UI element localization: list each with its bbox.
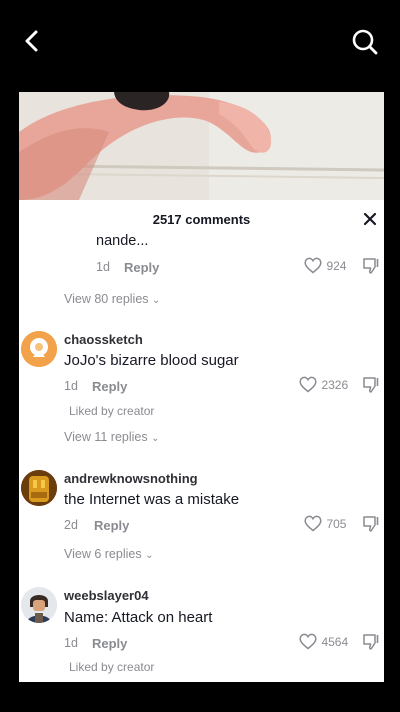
video-frame-image xyxy=(19,92,384,200)
view-replies-button[interactable]: View 11 replies ⌄ xyxy=(64,430,160,444)
comment-username[interactable]: chaossketch xyxy=(64,332,143,347)
comment-text: Name: Attack on heart xyxy=(64,609,213,626)
like-count: 2326 xyxy=(321,378,349,392)
comment-text: the Internet was a mistake xyxy=(64,491,240,508)
heart-icon xyxy=(304,515,322,532)
view-replies-label: View 11 replies xyxy=(64,430,148,444)
dislike-button[interactable] xyxy=(362,633,380,656)
dislike-button[interactable] xyxy=(362,257,380,280)
back-button[interactable] xyxy=(18,26,46,56)
reply-button[interactable]: Reply xyxy=(92,379,127,394)
like-count: 4564 xyxy=(321,635,349,649)
close-icon xyxy=(363,212,377,226)
chevron-left-icon xyxy=(25,30,38,52)
chevron-down-icon: ⌄ xyxy=(151,433,160,444)
heart-icon xyxy=(304,257,322,274)
liked-by-creator-label: Liked by creator xyxy=(69,404,155,418)
thumbs-down-icon xyxy=(363,516,379,532)
avatar[interactable] xyxy=(21,587,57,623)
view-replies-label: View 6 replies xyxy=(64,547,142,561)
comment-age: 1d xyxy=(64,636,78,650)
like-count: 705 xyxy=(326,517,347,531)
comments-count-title: 2517 comments xyxy=(152,212,251,227)
liked-by-creator-label: Liked by creator xyxy=(69,660,155,674)
chevron-down-icon: ⌄ xyxy=(145,550,154,561)
avatar-image xyxy=(21,331,57,367)
heart-icon xyxy=(299,376,317,393)
chevron-down-icon: ⌄ xyxy=(152,295,161,306)
like-button[interactable]: 705 xyxy=(304,515,346,533)
search-icon xyxy=(352,29,378,55)
reply-button[interactable]: Reply xyxy=(94,518,129,533)
like-count: 924 xyxy=(326,259,347,273)
thumbs-down-icon xyxy=(363,258,379,274)
view-replies-button[interactable]: View 6 replies ⌄ xyxy=(64,547,153,561)
close-comments-button[interactable] xyxy=(362,211,378,227)
dislike-button[interactable] xyxy=(362,376,380,399)
top-bar xyxy=(0,0,400,84)
comment-text: JoJo's bizarre blood sugar xyxy=(64,352,239,369)
avatar-image xyxy=(21,587,57,623)
reply-button[interactable]: Reply xyxy=(92,636,127,651)
thumbs-down-icon xyxy=(363,377,379,393)
reply-button[interactable]: Reply xyxy=(124,260,159,275)
comments-panel: 2517 comments nande... 1d Reply 924 View… xyxy=(19,200,384,682)
like-button[interactable]: 2326 xyxy=(299,376,348,394)
comment-age: 1d xyxy=(96,260,110,274)
heart-icon xyxy=(299,633,317,650)
view-replies-label: View 80 replies xyxy=(64,292,149,306)
comment-age: 1d xyxy=(64,379,78,393)
comment-username[interactable]: andrewknowsnothing xyxy=(64,471,198,486)
avatar[interactable] xyxy=(21,470,57,506)
like-button[interactable]: 924 xyxy=(304,257,346,275)
dislike-button[interactable] xyxy=(362,515,380,538)
avatar-image xyxy=(21,470,57,506)
thumbs-down-icon xyxy=(363,634,379,650)
like-button[interactable]: 4564 xyxy=(299,633,348,651)
view-replies-button[interactable]: View 80 replies ⌄ xyxy=(64,292,160,306)
comment-username[interactable]: weebslayer04 xyxy=(64,588,149,603)
video-preview[interactable] xyxy=(19,92,384,200)
comment-age: 2d xyxy=(64,518,78,532)
avatar[interactable] xyxy=(21,331,57,367)
search-button[interactable] xyxy=(350,27,380,57)
comment-text-partial: nande... xyxy=(96,233,149,249)
